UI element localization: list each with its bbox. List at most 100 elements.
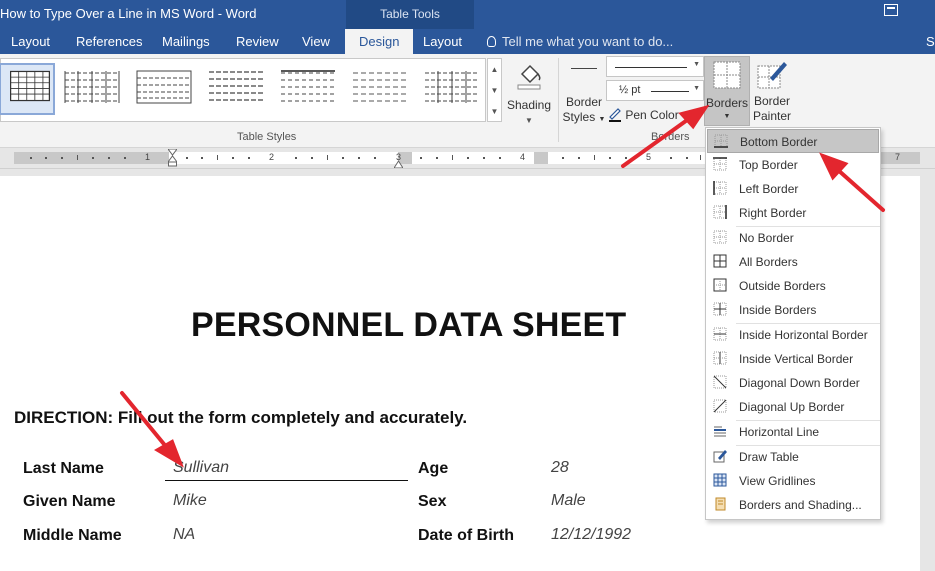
pen-color-label: Pen Color — [625, 108, 679, 122]
menu-item-horizontal-line[interactable]: Horizontal Line — [707, 420, 879, 444]
shading-button[interactable]: Shading ▼ — [506, 60, 552, 128]
table-tools-contextual-label: Table Tools — [346, 0, 474, 29]
sex-value[interactable]: Male — [551, 492, 586, 510]
border-styles-label-1: Border — [565, 95, 603, 109]
tell-me-box[interactable]: Tell me what you want to do... — [487, 34, 673, 49]
age-label: Age — [418, 460, 449, 477]
gallery-up-arrow-icon[interactable]: ▲ — [488, 59, 501, 80]
table-style-plain-2[interactable] — [135, 67, 193, 109]
document-title: PERSONNEL DATA SHEET — [191, 306, 627, 344]
menu-item-borders-and-shading[interactable]: Borders and Shading... — [707, 493, 879, 517]
tab-review[interactable]: Review — [236, 34, 279, 49]
bottom-border-icon — [714, 134, 728, 148]
border-painter-icon — [757, 62, 787, 89]
line-weight-value: ½ pt — [619, 84, 641, 96]
given-name-label: Given Name — [23, 493, 116, 510]
indent-marker-icon[interactable] — [167, 148, 178, 167]
table-style-thumbnail — [10, 70, 50, 102]
sign-in-link[interactable]: S — [926, 34, 935, 49]
menu-item-inside-vertical-border[interactable]: Inside Vertical Border — [707, 347, 879, 371]
border-painter-label-1: Border — [753, 94, 791, 108]
tab-table-layout[interactable]: Layout — [423, 34, 462, 49]
ruler-number: 2 — [269, 152, 275, 162]
border-style-line-icon — [571, 68, 597, 69]
menu-item-label: Borders and Shading... — [739, 498, 862, 512]
borders-label: Borders — [705, 96, 749, 110]
line-weight-dropdown[interactable]: ½ pt ▼ — [606, 80, 704, 101]
table-style-plain-4[interactable] — [279, 67, 337, 109]
menu-item-label: No Border — [739, 231, 794, 245]
ruler-number: 5 — [646, 152, 652, 162]
table-style-grid-light[interactable] — [423, 67, 481, 109]
border-styles-label-2: Styles — [562, 110, 596, 124]
gallery-scroll[interactable]: ▲ ▼ ▼ — [487, 58, 502, 122]
menu-item-bottom-border[interactable]: Bottom Border — [707, 129, 879, 153]
menu-item-label: Bottom Border — [740, 135, 818, 149]
inside-borders-icon — [713, 302, 727, 316]
view-gridlines-icon — [713, 473, 727, 487]
gallery-down-arrow-icon[interactable]: ▼ — [488, 80, 501, 101]
menu-item-view-gridlines[interactable]: View Gridlines — [707, 469, 879, 493]
menu-item-diagonal-down-border[interactable]: Diagonal Down Border — [707, 371, 879, 395]
last-name-value[interactable]: Sullivan — [173, 459, 229, 477]
menu-item-no-border[interactable]: No Border — [707, 226, 879, 250]
menu-item-draw-table[interactable]: Draw Table — [707, 445, 879, 469]
top-border-icon — [713, 157, 727, 171]
menu-item-left-border[interactable]: Left Border — [707, 177, 879, 201]
menu-item-label: Outside Borders — [739, 279, 826, 293]
menu-item-label: Inside Horizontal Border — [739, 328, 868, 342]
ribbon-display-options-icon[interactable] — [884, 4, 898, 16]
border-styles-button[interactable]: Border Styles ▼ — [562, 68, 606, 127]
date-of-birth-value[interactable]: 12/12/1992 — [551, 526, 631, 544]
tab-view[interactable]: View — [302, 34, 330, 49]
menu-item-label: Diagonal Up Border — [739, 400, 845, 414]
no-border-icon — [713, 230, 727, 244]
line-style-dropdown[interactable]: ▼ — [606, 56, 704, 77]
tab-references[interactable]: References — [76, 34, 142, 49]
table-style-plain-3[interactable] — [207, 67, 265, 109]
table-style-plain-1[interactable] — [63, 67, 121, 109]
menu-item-top-border[interactable]: Top Border — [707, 153, 879, 177]
lightbulb-icon — [487, 36, 496, 47]
date-of-birth-label: Date of Birth — [418, 527, 514, 544]
table-style-thumbnail — [209, 71, 263, 101]
all-borders-icon — [713, 254, 727, 268]
gallery-more-icon[interactable]: ▼ — [488, 101, 501, 122]
borders-dropdown-arrow-icon[interactable]: ▼ — [705, 113, 749, 120]
tab-design[interactable]: Design — [345, 29, 414, 54]
tab-mailings[interactable]: Mailings — [162, 34, 210, 49]
borders-button[interactable]: Borders ▼ — [704, 56, 750, 126]
menu-item-diagonal-up-border[interactable]: Diagonal Up Border — [707, 395, 879, 419]
chevron-down-icon: ▼ — [693, 61, 700, 68]
menu-item-label: Horizontal Line — [739, 425, 820, 439]
table-style-grid-selected[interactable] — [0, 63, 55, 115]
menu-item-label: Top Border — [739, 158, 798, 172]
diagonal-up-border-icon — [713, 399, 727, 413]
table-styles-group-label: Table Styles — [237, 131, 297, 143]
menu-item-label: View Gridlines — [739, 474, 816, 488]
given-name-value[interactable]: Mike — [173, 492, 207, 510]
draw-table-icon — [713, 450, 727, 463]
menu-item-inside-borders[interactable]: Inside Borders — [707, 298, 879, 322]
paint-bucket-icon — [517, 64, 541, 90]
tab-layout[interactable]: Layout — [11, 34, 50, 49]
menu-item-right-border[interactable]: Right Border — [707, 201, 879, 225]
ruler-column-gap — [534, 152, 548, 164]
middle-name-value[interactable]: NA — [173, 526, 195, 544]
ruler-number: 1 — [145, 152, 151, 162]
age-value[interactable]: 28 — [551, 459, 569, 477]
table-style-thumbnail — [136, 70, 192, 104]
window-title: How to Type Over a Line in MS Word - Wor… — [0, 6, 257, 21]
table-style-plain-5[interactable] — [351, 67, 409, 109]
border-painter-button[interactable]: Border Painter — [752, 58, 792, 128]
menu-item-label: Inside Vertical Border — [739, 352, 854, 366]
column-marker-icon[interactable] — [393, 155, 404, 169]
menu-item-inside-horizontal-border[interactable]: Inside Horizontal Border — [707, 323, 879, 347]
pen-color-button[interactable]: Pen Color — [608, 106, 679, 122]
sex-label: Sex — [418, 493, 447, 510]
menu-item-all-borders[interactable]: All Borders — [707, 250, 879, 274]
borders-grid-icon — [713, 61, 741, 89]
table-styles-gallery[interactable] — [0, 58, 486, 122]
line-weight-preview — [651, 91, 689, 92]
menu-item-outside-borders[interactable]: Outside Borders — [707, 274, 879, 298]
